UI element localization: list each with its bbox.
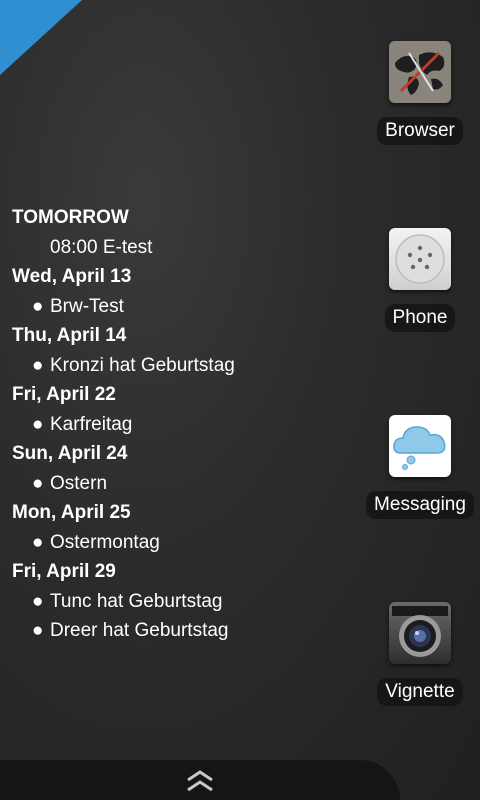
event-text: Tunc hat Geburtstag: [50, 590, 223, 612]
bullet: ●: [32, 590, 44, 612]
agenda-day-header: TOMORROW: [12, 207, 129, 228]
phone-label: Phone: [384, 304, 456, 332]
vignette-shortcut[interactable]: Vignette: [355, 602, 480, 706]
agenda-day-header: Fri, April 22: [12, 384, 116, 405]
messaging-label: Messaging: [366, 491, 474, 519]
agenda-day-header: Mon, April 25: [12, 502, 131, 523]
bullet: ●: [32, 354, 44, 376]
camera-icon[interactable]: [389, 602, 451, 664]
event-text: Dreer hat Geburtstag: [50, 620, 229, 641]
agenda-event[interactable]: ● Ostermontag: [12, 530, 352, 560]
event-text: Ostermontag: [50, 531, 160, 553]
agenda-day-header: Wed, April 13: [12, 266, 132, 287]
bullet: ●: [32, 472, 44, 494]
agenda-event[interactable]: ● Kronzi hat Geburtstag: [12, 353, 352, 383]
agenda-event[interactable]: 08:00 E-test: [12, 235, 352, 265]
browser-label: Browser: [377, 117, 463, 145]
bullet: ●: [32, 295, 44, 317]
vignette-label: Vignette: [377, 678, 463, 706]
event-text: Karfreitag: [50, 413, 133, 435]
phone-shortcut[interactable]: Phone: [355, 228, 480, 332]
event-text: 08:00 E-test: [50, 236, 153, 258]
agenda-event[interactable]: ● Karfreitag: [12, 412, 352, 442]
agenda-event[interactable]: ● Tunc hat Geburtstag: [12, 589, 352, 619]
bullet: ●: [32, 531, 44, 553]
browser-world-map-icon[interactable]: [389, 41, 451, 103]
agenda-event[interactable]: ● Ostern: [12, 471, 352, 501]
bullet: ●: [32, 620, 44, 641]
event-text: Ostern: [50, 472, 108, 494]
event-text: Kronzi hat Geburtstag: [50, 354, 235, 376]
agenda-event[interactable]: ● Brw-Test: [12, 294, 352, 324]
corner-accent: [0, 0, 82, 75]
agenda-day-header: Fri, April 29: [12, 561, 116, 582]
agenda-event[interactable]: ● Dreer hat Geburtstag: [12, 618, 352, 648]
bullet: ●: [32, 413, 44, 435]
messaging-cloud-icon[interactable]: [389, 415, 451, 477]
app-drawer-dock[interactable]: [0, 760, 400, 800]
browser-shortcut[interactable]: Browser: [355, 41, 480, 145]
double-chevron-up-icon[interactable]: [185, 768, 215, 794]
messaging-shortcut[interactable]: Messaging: [355, 415, 480, 519]
calendar-agenda-widget[interactable]: TOMORROW 08:00 E-test Wed, April 13 ● Brw…: [12, 205, 352, 648]
event-text: Brw-Test: [50, 295, 124, 317]
agenda-day-header: Sun, April 24: [12, 443, 128, 464]
phone-keypad-icon[interactable]: [389, 228, 451, 290]
agenda-day-header: Thu, April 14: [12, 325, 127, 346]
